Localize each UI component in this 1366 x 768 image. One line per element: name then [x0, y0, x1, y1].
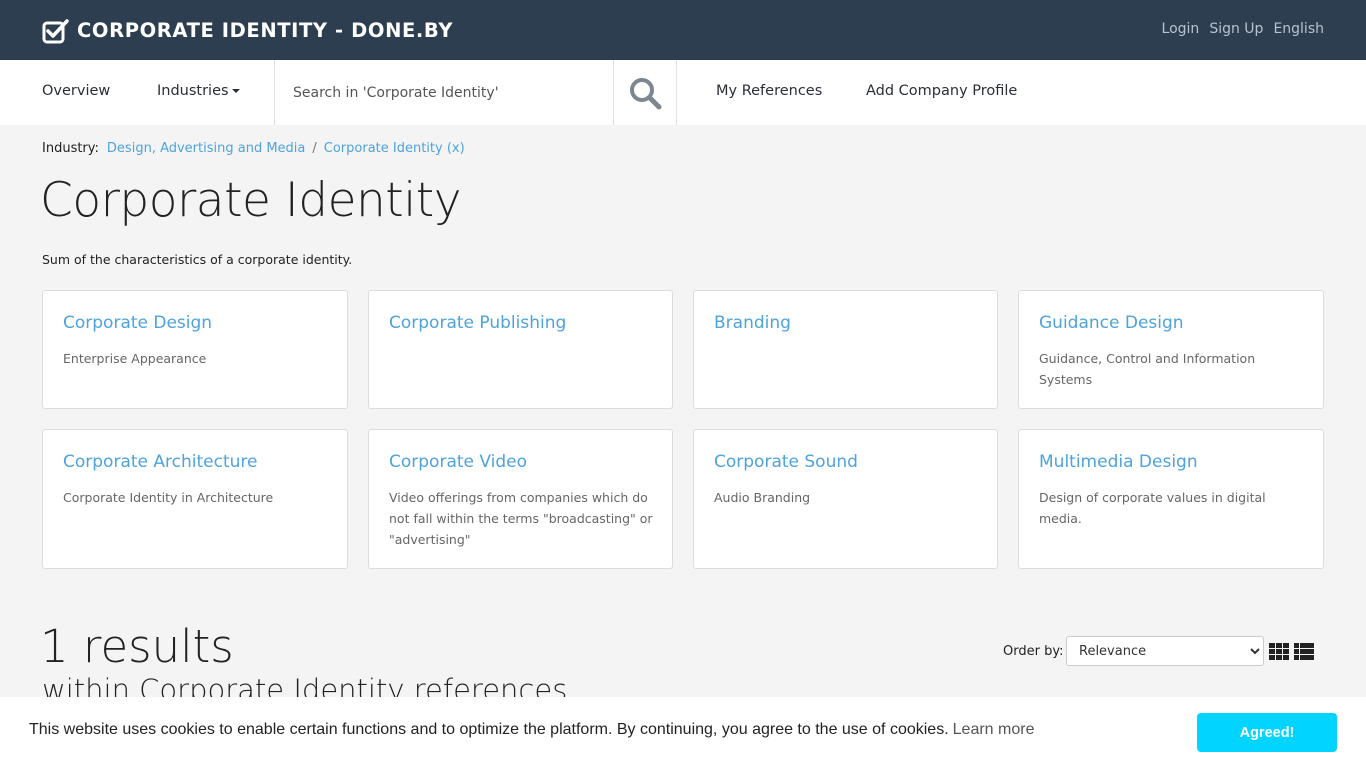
- cookie-text: This website uses cookies to enable cert…: [29, 721, 949, 738]
- card-title: Corporate Design: [63, 313, 213, 333]
- breadcrumb-label: Industry:: [42, 141, 99, 156]
- nav-overview[interactable]: Overview: [42, 83, 110, 99]
- category-card-guidance-design[interactable]: Guidance Design Guidance, Control and In…: [1018, 290, 1324, 409]
- brand-logo[interactable]: CORPORATE IDENTITY - DONE.BY: [42, 18, 453, 44]
- top-bar: CORPORATE IDENTITY - DONE.BY Login Sign …: [0, 0, 1366, 60]
- cookie-accept-button[interactable]: Agreed!: [1197, 713, 1337, 752]
- card-title: Multimedia Design: [1039, 452, 1198, 472]
- cookie-learn-more-link[interactable]: Learn more: [953, 721, 1035, 738]
- top-links: Login Sign Up English: [1152, 21, 1324, 37]
- login-link[interactable]: Login: [1162, 21, 1200, 37]
- card-description: Video offerings from companies which do …: [389, 490, 653, 547]
- breadcrumb-item-corporate-identity[interactable]: Corporate Identity (x): [324, 141, 465, 156]
- search-button[interactable]: [613, 60, 676, 125]
- order-by-label: Order by:: [1003, 644, 1064, 659]
- category-card-corporate-sound[interactable]: Corporate Sound Audio Branding: [693, 429, 998, 569]
- nav-industries-dropdown[interactable]: Industries: [157, 83, 240, 99]
- search-input[interactable]: [275, 60, 614, 125]
- breadcrumb: Industry: Design, Advertising and Media / C…: [42, 141, 465, 156]
- card-title: Corporate Architecture: [63, 452, 258, 472]
- language-link[interactable]: English: [1273, 21, 1324, 37]
- category-card-branding[interactable]: Branding: [693, 290, 998, 409]
- category-card-corporate-video[interactable]: Corporate Video Video offerings from com…: [368, 429, 673, 569]
- card-description: Design of corporate values in digital me…: [1039, 490, 1266, 526]
- category-card-corporate-design[interactable]: Corporate Design Enterprise Appearance: [42, 290, 348, 409]
- nav-industries-label: Industries: [157, 83, 229, 99]
- order-by-select[interactable]: Relevance: [1066, 636, 1264, 666]
- card-description: Corporate Identity in Architecture: [63, 490, 274, 505]
- search-icon: [630, 77, 662, 109]
- signup-link[interactable]: Sign Up: [1209, 21, 1263, 37]
- category-card-corporate-publishing[interactable]: Corporate Publishing: [368, 290, 673, 409]
- search-box: [274, 60, 677, 125]
- nav-my-references[interactable]: My References: [716, 83, 822, 99]
- card-description: Guidance, Control and Information System…: [1039, 351, 1256, 387]
- category-card-corporate-architecture[interactable]: Corporate Architecture Corporate Identit…: [42, 429, 348, 569]
- caret-down-icon: [231, 89, 240, 93]
- breadcrumb-item-design[interactable]: Design, Advertising and Media: [107, 141, 305, 156]
- page-title: Corporate Identity: [40, 173, 462, 228]
- nav-add-company-profile[interactable]: Add Company Profile: [866, 83, 1017, 99]
- card-title: Guidance Design: [1039, 313, 1184, 333]
- card-title: Corporate Sound: [714, 452, 858, 472]
- main-nav: Overview Industries My References Add Co…: [0, 60, 1366, 125]
- card-description: Audio Branding: [714, 490, 811, 505]
- card-description: Enterprise Appearance: [63, 351, 207, 366]
- cookie-banner: This website uses cookies to enable cert…: [0, 697, 1366, 768]
- card-title: Corporate Video: [389, 452, 528, 472]
- page-description: Sum of the characteristics of a corporat…: [42, 252, 353, 267]
- category-card-multimedia-design[interactable]: Multimedia Design Design of corporate va…: [1018, 429, 1324, 569]
- checkbox-check-icon: [42, 19, 69, 44]
- results-count: 1 results: [40, 620, 234, 673]
- card-title: Corporate Publishing: [389, 313, 567, 333]
- grid-view-icon[interactable]: [1269, 643, 1289, 660]
- cookie-message: This website uses cookies to enable cert…: [29, 721, 1034, 739]
- card-title: Branding: [714, 313, 791, 333]
- brand-title: CORPORATE IDENTITY - DONE.BY: [77, 19, 454, 42]
- list-view-icon[interactable]: [1294, 643, 1314, 660]
- breadcrumb-separator: /: [312, 141, 317, 156]
